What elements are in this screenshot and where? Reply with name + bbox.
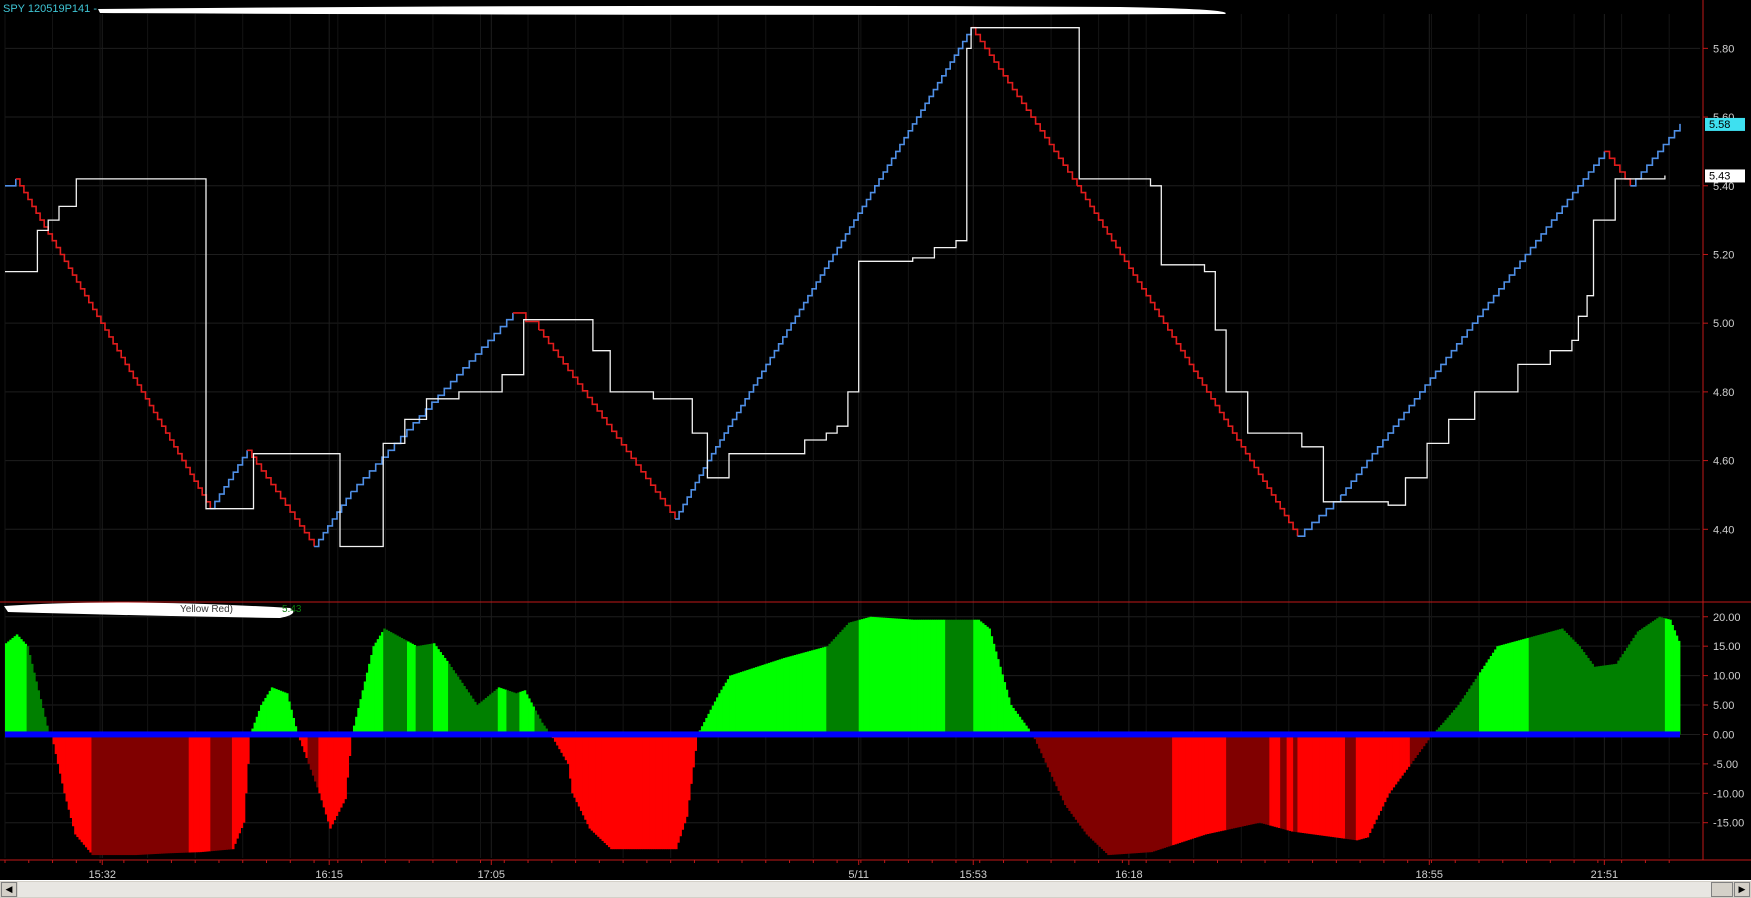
hist-bar — [1677, 640, 1681, 735]
renko-segment — [247, 449, 315, 547]
renko-last-badge: 5.58 — [1705, 117, 1745, 131]
indicator-value: 5.43 — [282, 604, 302, 615]
x-tick-label: 15:53 — [959, 869, 987, 880]
price-last-badge: 5.43 — [1705, 169, 1745, 183]
indicator-label: Yellow Red) — [180, 604, 233, 615]
hist-tick-label: -5.00 — [1713, 759, 1738, 771]
x-tick-label: 15:32 — [88, 869, 116, 880]
scroll-right-icon[interactable]: ▶ — [1734, 882, 1750, 897]
hist-tick-label: 15.00 — [1713, 641, 1741, 653]
renko-segment — [538, 329, 676, 519]
x-tick-label: 17:05 — [478, 869, 506, 880]
redaction-top — [98, 5, 1226, 15]
price-tick-label: 5.20 — [1713, 249, 1734, 261]
renko-segment — [675, 460, 709, 520]
renko-segment — [1604, 150, 1632, 186]
price-tick-label: 5.80 — [1713, 43, 1734, 55]
renko-segment — [15, 178, 212, 509]
scrollbar-track[interactable] — [18, 882, 1733, 897]
hist-tick-label: 0.00 — [1713, 729, 1734, 741]
x-tick-label: 16:18 — [1115, 869, 1143, 880]
redaction-marks — [4, 5, 1226, 618]
renko-last-badge-text: 5.58 — [1709, 119, 1730, 131]
zero-line — [5, 731, 1680, 738]
renko-segment — [707, 27, 972, 462]
renko-segment — [314, 491, 352, 548]
price-tick-label: 5.00 — [1713, 318, 1734, 330]
renko-segment — [512, 312, 540, 330]
hist-tick-label: -15.00 — [1713, 818, 1744, 830]
x-tick-label: 18:55 — [1416, 869, 1444, 880]
hist-tick-label: 20.00 — [1713, 612, 1741, 624]
renko-segment — [1077, 185, 1299, 537]
hist-tick-label: 5.00 — [1713, 700, 1734, 712]
price-tick-label: 4.60 — [1713, 456, 1734, 468]
x-tick-label: 16:15 — [315, 869, 343, 880]
chart-title: SPY 120519P141 - — [3, 3, 97, 15]
renko-segment — [1297, 494, 1342, 537]
hist-bar — [348, 734, 352, 757]
price-tick-label: 4.40 — [1713, 524, 1734, 536]
scroll-left-icon[interactable]: ◀ — [1, 882, 17, 897]
x-tick-label: 21:51 — [1591, 869, 1619, 880]
hist-bar — [247, 734, 250, 764]
price-last-badge-text: 5.43 — [1709, 170, 1730, 182]
renko-segment — [210, 450, 248, 510]
renko-segment — [350, 312, 514, 493]
hist-tick-label: -10.00 — [1713, 788, 1744, 800]
scrollbar-thumb[interactable] — [1711, 882, 1733, 897]
renko-segment — [1630, 123, 1681, 187]
price-tick-label: 4.80 — [1713, 387, 1734, 399]
axes: 5.805.605.405.205.004.804.604.4020.0015.… — [0, 0, 1751, 881]
price-panel — [5, 26, 1681, 548]
chart-canvas[interactable]: 5.805.605.405.205.004.804.604.4020.0015.… — [0, 0, 1751, 881]
renko-segment — [971, 26, 1078, 186]
trading-chart: 5.805.605.405.205.004.804.604.4020.0015.… — [0, 0, 1751, 898]
redaction-indicator — [4, 602, 294, 618]
hist-tick-label: 10.00 — [1713, 671, 1741, 683]
price-line — [5, 27, 1666, 548]
x-tick-label: 5/11 — [848, 869, 869, 880]
renko-segment — [5, 178, 17, 187]
horizontal-scrollbar[interactable]: ◀ ▶ — [0, 880, 1751, 898]
price-tick-label: 5.40 — [1713, 181, 1734, 193]
